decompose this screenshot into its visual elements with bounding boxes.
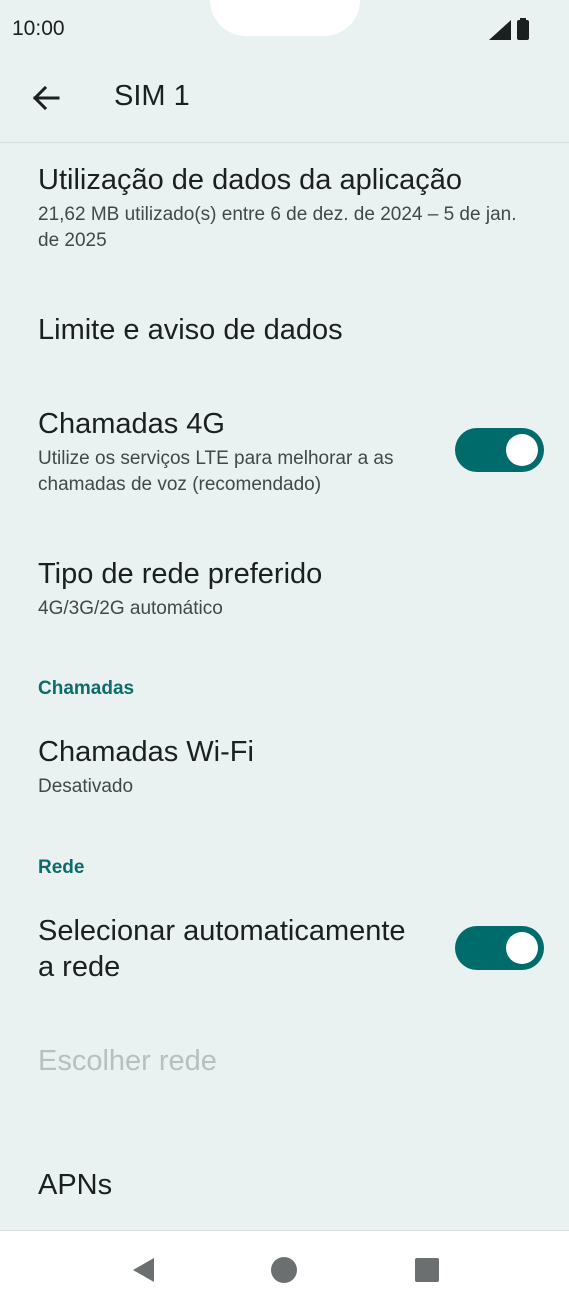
list-item-data-limit[interactable]: Limite e aviso de dados [38, 312, 458, 348]
status-icons [489, 18, 529, 40]
4g-calls-toggle[interactable] [455, 428, 544, 472]
page-title: SIM 1 [114, 80, 190, 112]
navigation-bar [0, 1230, 569, 1307]
item-title: Limite e aviso de dados [38, 314, 343, 346]
battery-icon [517, 18, 529, 40]
section-header-network: Rede [38, 857, 85, 878]
back-button[interactable] [26, 78, 66, 118]
camera-notch [210, 0, 360, 36]
item-subtitle: Utilize os serviços LTE para melhorar a … [38, 448, 394, 495]
item-subtitle: 21,62 MB utilizado(s) entre 6 de dez. de… [38, 204, 517, 251]
item-title: Chamadas Wi-Fi [38, 736, 254, 768]
item-title: Selecionar automaticamente a rede [38, 915, 406, 983]
list-item-wifi-calls[interactable]: Chamadas Wi-Fi Desativado [38, 734, 458, 800]
list-item-preferred-network[interactable]: Tipo de rede preferido 4G/3G/2G automáti… [38, 556, 458, 622]
nav-back-button[interactable] [126, 1253, 160, 1287]
recents-square-icon [415, 1258, 439, 1282]
item-title: Tipo de rede preferido [38, 558, 323, 590]
list-item-choose-network: Escolher rede [38, 1043, 458, 1079]
toggle-knob [506, 932, 538, 964]
item-subtitle: Desativado [38, 776, 134, 797]
app-bar: SIM 1 [0, 58, 569, 142]
list-item-app-data-usage[interactable]: Utilização de dados da aplicação 21,62 M… [38, 162, 538, 254]
list-item-apns[interactable]: APNs [38, 1167, 458, 1203]
nav-recents-button[interactable] [410, 1253, 444, 1287]
auto-network-toggle[interactable] [455, 926, 544, 970]
status-time: 10:00 [12, 17, 65, 40]
app-bar-divider [0, 142, 569, 143]
section-header-calls: Chamadas [38, 678, 135, 699]
item-title: Utilização de dados da aplicação [38, 164, 462, 196]
item-subtitle: 4G/3G/2G automático [38, 598, 223, 619]
item-title: Escolher rede [38, 1045, 217, 1077]
back-triangle-icon [133, 1258, 154, 1282]
status-bar: 10:00 [0, 0, 569, 58]
item-title: Chamadas 4G [38, 408, 225, 440]
list-item-4g-calls[interactable]: Chamadas 4G Utilize os serviços LTE para… [38, 406, 438, 498]
list-item-auto-network[interactable]: Selecionar automaticamente a rede [38, 913, 418, 985]
arrow-left-icon [32, 85, 60, 111]
home-circle-icon [271, 1257, 297, 1283]
toggle-knob [506, 434, 538, 466]
nav-home-button[interactable] [267, 1253, 301, 1287]
item-title: APNs [38, 1169, 113, 1201]
signal-icon [489, 20, 511, 40]
